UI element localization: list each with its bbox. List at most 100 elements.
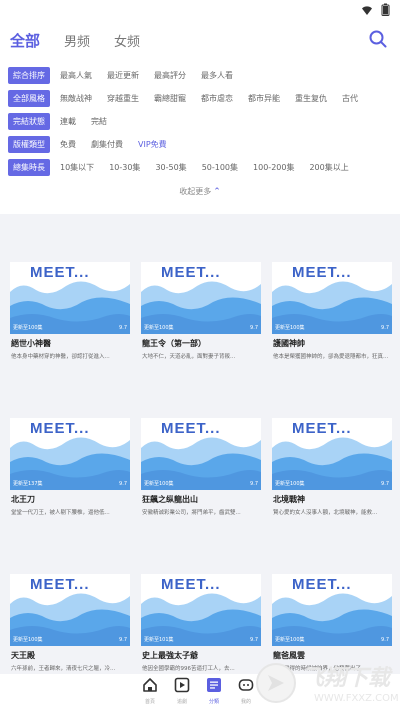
tab-female[interactable]: 女频 (114, 31, 140, 50)
play-icon (174, 677, 190, 697)
tab-male[interactable]: 男频 (64, 31, 90, 50)
drama-description: 他因全國學霸的996苦逼打工人，去... (142, 666, 235, 672)
filter-option[interactable]: 最近更新 (107, 70, 139, 81)
filter-row: 總集時長 10集以下 10-30集 30-50集 50-100集 100-200集 200集… (0, 156, 400, 179)
filter-option[interactable]: 劇集付費 (91, 139, 123, 150)
episode-count: 更新至137集 (13, 481, 43, 487)
filter-option[interactable]: 30-50集 (155, 162, 186, 173)
drama-cover: MEET... 更新至100集 9.7 (272, 574, 392, 646)
filter-row-label[interactable]: 綜合排序 (8, 67, 50, 84)
cover-title-art: MEET... (30, 576, 90, 593)
drama-cover: MEET... 更新至137集 9.7 (10, 418, 130, 490)
drama-title: 護國神帥 (273, 339, 305, 348)
drama-card[interactable]: MEET... 更新至100集 9.7 護國神帥他本是榮獲國神帥的，卻為愛退隱都市，狂… (272, 262, 392, 388)
cover-title-art: MEET... (161, 264, 221, 281)
filter-row-label[interactable]: 全部風格 (8, 90, 50, 107)
drama-description: 六年孫前，王者歸來，清夜七尺之軀，冷... (11, 666, 116, 672)
nav-item-profile[interactable]: 我的 (234, 677, 258, 705)
drama-title: 北王刀 (11, 495, 35, 504)
filter-row-label[interactable]: 版權類型 (8, 136, 50, 153)
filter-row: 完結狀態 連載 完結 (0, 110, 400, 133)
drama-cover: MEET... 更新至100集 9.7 (272, 262, 392, 334)
filter-row-label[interactable]: 完結狀態 (8, 113, 50, 130)
nav-label: 分類 (208, 699, 219, 705)
cover-title-art: MEET... (292, 576, 352, 593)
rating: 9.7 (119, 481, 127, 487)
filter-option[interactable]: 100-200集 (253, 162, 294, 173)
rating: 9.7 (250, 325, 258, 331)
cover-title-art: MEET... (161, 576, 221, 593)
filter-option[interactable]: 50-100集 (202, 162, 238, 173)
filter-row-label[interactable]: 總集時長 (8, 159, 50, 176)
chevron-up-icon: ⌃ (213, 187, 221, 197)
filter-option[interactable]: 最高評分 (154, 70, 186, 81)
filter-option[interactable]: 連載 (60, 116, 76, 127)
drama-title: 龍王令（第一部） (142, 339, 206, 348)
rating: 9.7 (381, 637, 389, 643)
drama-title: 龍爸風雲 (273, 651, 305, 660)
drama-card[interactable]: MEET... 更新至100集 9.7 北境戰神 賢心愛的女人沒事人額，北境戰神，能救.… (272, 418, 392, 544)
nav-item-category[interactable]: 分類 (202, 677, 226, 705)
search-icon[interactable] (368, 29, 388, 49)
wifi-icon (362, 5, 372, 15)
rating: 9.7 (119, 325, 127, 331)
episode-count: 更新至100集 (144, 481, 174, 487)
drama-card[interactable]: MEET... 更新至100集 9.7 狂飆之纵龍出山 安徽精诚彩業公司，將門弟平，齒武… (141, 418, 261, 544)
filter-option[interactable]: 200集以上 (309, 162, 348, 173)
tab-all[interactable]: 全部 (10, 30, 40, 51)
drama-cover: MEET... 更新至100集 9.7 (10, 574, 130, 646)
drama-title: 史上最強太子爺 (142, 651, 198, 660)
filter-option[interactable]: 霸總甜寵 (154, 93, 186, 104)
filter-row: 版權類型 免費 劇集付費 VIP免費 (0, 133, 400, 156)
filter-option[interactable]: 無敵战神 (60, 93, 92, 104)
nav-item-home[interactable]: 首頁 (138, 677, 162, 705)
cover-title-art: MEET... (30, 420, 90, 437)
filter-option[interactable]: 最高人氣 (60, 70, 92, 81)
category-icon (206, 677, 222, 697)
filter-option[interactable]: 穿越重生 (107, 93, 139, 104)
filter-option[interactable]: 完結 (91, 116, 107, 127)
drama-description: 他本是榮獲國神帥的，卻為愛退隱都市，狂真... (273, 354, 389, 360)
drama-card[interactable]: MEET... 更新至100集 9.7 龍王令（第一部） 大地不仁，天道必亂，面對妻子背… (141, 262, 261, 388)
rating: 9.7 (250, 481, 258, 487)
episode-count: 更新至100集 (13, 637, 43, 643)
filter-option[interactable]: 都市虐恋 (201, 93, 233, 104)
drama-card[interactable]: MEET... 更新至137集 9.7 北王刀 堂堂一代刀王，被人剔下腰椎，逼他低... (10, 418, 130, 544)
drama-description: 我行醫得的時候被咱界，他發奮出了... (273, 666, 367, 672)
status-bar (0, 0, 400, 20)
filter-option[interactable]: VIP免費 (138, 139, 167, 150)
home-icon (142, 677, 158, 697)
episode-count: 更新至100集 (275, 637, 305, 643)
episode-count: 更新至101集 (144, 637, 174, 643)
episode-count: 更新至100集 (275, 481, 305, 487)
collapse-more-button[interactable]: 收起更多 ⌃ (0, 186, 400, 197)
drama-description: 安徽精诚彩業公司，將門弟平，齒武雙... (142, 510, 241, 516)
gender-tabs: 全部 男频 女频 (10, 30, 164, 51)
nav-label: 首頁 (144, 699, 155, 705)
bottom-nav: 首頁 追劇 分類 我的 (0, 674, 400, 711)
filter-panel: 綜合排序 最高人氣 最近更新 最高評分 最多人看全部風格 無敵战神 穿越重生 霸總甜寵 都市虐恋… (0, 60, 400, 214)
episode-count: 更新至100集 (275, 325, 305, 331)
drama-title: 北境戰神 (273, 495, 305, 504)
profile-icon (238, 677, 254, 697)
filter-option[interactable]: 古代 (342, 93, 358, 104)
drama-title: 絕世小神醫 (11, 339, 51, 348)
rating: 9.7 (119, 637, 127, 643)
filter-option[interactable]: 免費 (60, 139, 76, 150)
drama-description: 他本身中藥材穿的神醫，卻認打從進入... (11, 354, 110, 360)
filter-option[interactable]: 10-30集 (109, 162, 140, 173)
filter-option[interactable]: 都市异能 (248, 93, 280, 104)
filter-option[interactable]: 最多人看 (201, 70, 233, 81)
drama-description: 賢心愛的女人沒事人額，北境戰神，能救... (273, 510, 378, 516)
cover-title-art: MEET... (292, 264, 352, 281)
drama-cover: MEET... 更新至100集 9.7 (141, 262, 261, 334)
cover-title-art: MEET... (161, 420, 221, 437)
collapse-more-label: 收起更多 (179, 187, 212, 196)
drama-card[interactable]: MEET... 更新至100集 9.7 絕世小神醫他本身中藥材穿的神醫，卻認打從進入.… (10, 262, 130, 388)
nav-item-play[interactable]: 追劇 (170, 677, 194, 705)
filter-option[interactable]: 10集以下 (60, 162, 94, 173)
filter-option[interactable]: 重生复仇 (295, 93, 327, 104)
drama-cover: MEET... 更新至100集 9.7 (10, 262, 130, 334)
rating: 9.7 (381, 481, 389, 487)
rating: 9.7 (381, 325, 389, 331)
